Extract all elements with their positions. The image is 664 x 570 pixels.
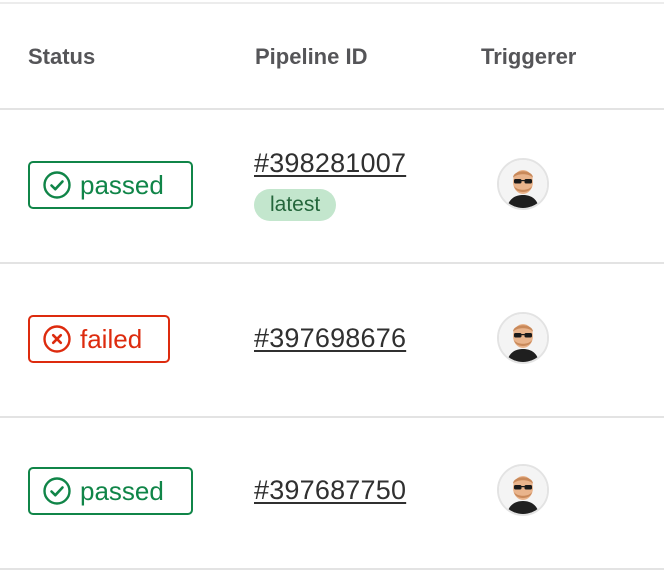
status-label: passed [80, 169, 164, 200]
status-badge-failed[interactable]: failed [28, 315, 170, 363]
column-header-triggerer: Triggerer [481, 44, 577, 69]
user-avatar-icon[interactable] [497, 312, 549, 364]
column-header-pipeline-id: Pipeline ID [255, 44, 368, 69]
table-row: failed #397698676 [0, 264, 664, 418]
status-label: passed [80, 475, 164, 506]
table-row: passed #397687750 [0, 416, 664, 570]
user-avatar-icon[interactable] [497, 158, 549, 210]
pipeline-id-link[interactable]: #397687750 [254, 475, 406, 506]
status-badge-passed[interactable]: passed [28, 467, 193, 515]
column-header-status: Status [28, 44, 96, 69]
status-passed-icon [42, 476, 72, 506]
status-failed-icon [42, 324, 72, 354]
table-header: Status Pipeline ID Triggerer [0, 4, 664, 110]
user-avatar-icon[interactable] [497, 464, 549, 516]
status-label: failed [80, 323, 143, 354]
pipeline-id-link[interactable]: #398281007 [254, 148, 406, 179]
table-row: passed #398281007 latest [0, 110, 664, 264]
pipeline-id-link[interactable]: #397698676 [254, 323, 406, 354]
status-passed-icon [42, 170, 72, 200]
latest-badge: latest [254, 189, 337, 221]
status-badge-passed[interactable]: passed [28, 161, 193, 209]
